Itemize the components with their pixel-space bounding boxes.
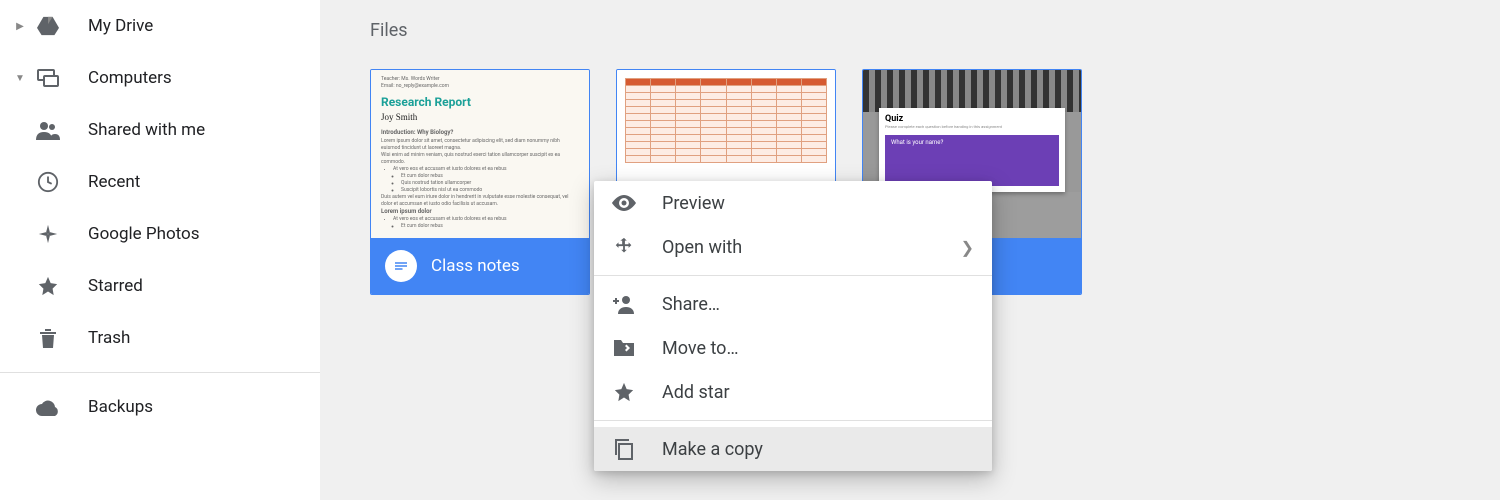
sidebar-item-shared[interactable]: Shared with me bbox=[0, 104, 320, 156]
trash-icon bbox=[36, 326, 60, 350]
sidebar-item-label: Google Photos bbox=[88, 224, 200, 244]
menu-item-add-star[interactable]: Add star bbox=[594, 370, 992, 414]
menu-divider bbox=[594, 275, 992, 276]
thumb-title: Research Report bbox=[381, 94, 579, 111]
sidebar-item-computers[interactable]: ▼ Computers bbox=[0, 52, 320, 104]
expander-icon[interactable]: ▶ bbox=[12, 21, 28, 32]
file-card-class-notes[interactable]: Teacher: Ms. Words WriterEmail: no_reply… bbox=[370, 69, 590, 295]
eye-icon bbox=[612, 191, 636, 215]
menu-item-open-with[interactable]: Open with ❯ bbox=[594, 225, 992, 269]
menu-item-move-to[interactable]: Move to… bbox=[594, 326, 992, 370]
sidebar-item-label: Shared with me bbox=[88, 120, 205, 140]
sidebar-item-backups[interactable]: Backups bbox=[0, 381, 320, 433]
menu-item-label: Open with bbox=[662, 237, 961, 258]
sidebar-item-trash[interactable]: Trash bbox=[0, 312, 320, 364]
drive-icon bbox=[36, 14, 60, 38]
file-footer: Class notes bbox=[371, 238, 589, 294]
photos-icon bbox=[36, 222, 60, 246]
sidebar-item-label: Computers bbox=[88, 68, 172, 88]
star-icon bbox=[612, 380, 636, 404]
thumb-heading: Quiz bbox=[885, 114, 1059, 124]
chevron-right-icon: ❯ bbox=[961, 238, 974, 257]
menu-item-label: Make a copy bbox=[662, 439, 974, 460]
file-thumbnail: Teacher: Ms. Words WriterEmail: no_reply… bbox=[371, 70, 589, 238]
sidebar-item-starred[interactable]: Starred bbox=[0, 260, 320, 312]
file-name: Class notes bbox=[431, 256, 520, 276]
expander-icon[interactable]: ▼ bbox=[12, 73, 28, 84]
menu-item-label: Move to… bbox=[662, 338, 974, 359]
menu-divider bbox=[594, 420, 992, 421]
menu-item-preview[interactable]: Preview bbox=[594, 181, 992, 225]
recent-icon bbox=[36, 170, 60, 194]
section-label-files: Files bbox=[370, 20, 1450, 41]
menu-item-share[interactable]: Share… bbox=[594, 282, 992, 326]
sidebar: ▶ My Drive ▼ Computers Shared with me Re… bbox=[0, 0, 320, 500]
sidebar-item-label: Recent bbox=[88, 172, 140, 192]
doc-icon bbox=[385, 250, 417, 282]
thumb-author: Joy Smith bbox=[381, 111, 579, 124]
thumb-question: What is your name? bbox=[885, 135, 1059, 186]
sidebar-item-label: Backups bbox=[88, 397, 153, 417]
sidebar-item-label: Starred bbox=[88, 276, 143, 296]
copy-icon bbox=[612, 437, 636, 461]
context-menu: Preview Open with ❯ Share… Move to… Add … bbox=[594, 181, 992, 471]
sidebar-item-my-drive[interactable]: ▶ My Drive bbox=[0, 0, 320, 52]
sidebar-item-photos[interactable]: Google Photos bbox=[0, 208, 320, 260]
sidebar-item-recent[interactable]: Recent bbox=[0, 156, 320, 208]
sidebar-divider bbox=[0, 372, 320, 373]
move-cross-icon bbox=[612, 235, 636, 259]
folder-move-icon bbox=[612, 336, 636, 360]
sidebar-item-label: Trash bbox=[88, 328, 130, 348]
cloud-icon bbox=[36, 395, 60, 419]
menu-item-label: Share… bbox=[662, 294, 974, 315]
menu-item-label: Preview bbox=[662, 193, 974, 214]
menu-item-make-a-copy[interactable]: Make a copy bbox=[594, 427, 992, 471]
person-add-icon bbox=[612, 292, 636, 316]
menu-item-label: Add star bbox=[662, 382, 974, 403]
computers-icon bbox=[36, 66, 60, 90]
star-icon bbox=[36, 274, 60, 298]
shared-icon bbox=[36, 118, 60, 142]
sidebar-item-label: My Drive bbox=[88, 16, 153, 36]
